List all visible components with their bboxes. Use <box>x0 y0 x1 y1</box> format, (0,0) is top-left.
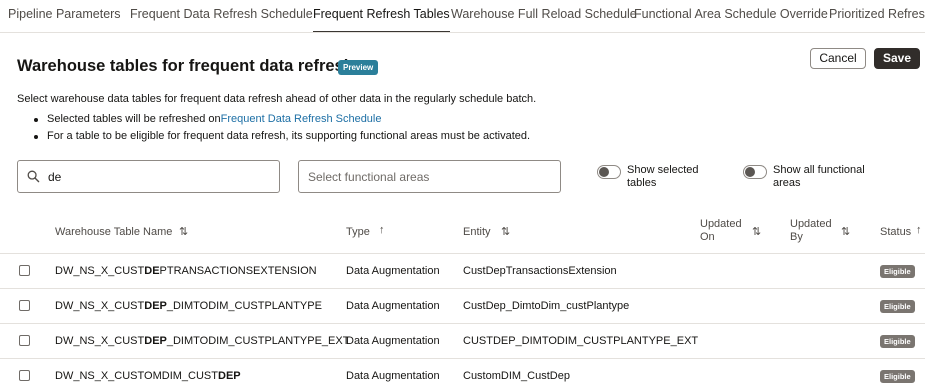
header-line: Updated <box>790 218 832 230</box>
tab-pipeline-parameters[interactable]: Pipeline Parameters <box>8 0 121 32</box>
label-line: areas <box>773 177 801 189</box>
toggle-knob <box>745 167 755 177</box>
functional-areas-select[interactable]: Select functional areas <box>298 160 561 193</box>
page-description: Select warehouse data tables for frequen… <box>17 93 537 105</box>
table-name-cell: DW_NS_X_CUSTOMDIM_CUSTDEP <box>55 370 241 382</box>
save-button[interactable]: Save <box>874 48 920 69</box>
table-name-cell: DW_NS_X_CUSTDEP_DIMTODIM_CUSTPLANTYPE <box>55 300 322 312</box>
row-checkbox[interactable] <box>19 370 30 381</box>
show-all-functional-areas-label: Show all functional areas <box>773 164 865 190</box>
header-line: By <box>790 231 803 243</box>
show-selected-tables-label: Show selected tables <box>627 164 699 190</box>
column-header-status[interactable]: Status <box>880 226 911 239</box>
table-row[interactable]: DW_NS_X_CUSTOMDIM_CUSTDEP Data Augmentat… <box>0 359 925 391</box>
bullet-dot-icon <box>34 134 38 139</box>
bullet-text: For a table to be eligible for frequent … <box>47 130 531 142</box>
search-input[interactable]: de <box>17 160 280 193</box>
search-value: de <box>48 170 62 184</box>
header-line: On <box>700 231 715 243</box>
sort-both-icon[interactable]: ⇅ <box>501 225 510 238</box>
column-header-updated-by[interactable]: Updated By <box>790 218 832 244</box>
entity-cell: CUSTDEP_DIMTODIM_CUSTPLANTYPE_EXT <box>463 335 699 347</box>
entity-cell: CustomDIM_CustDep <box>463 370 570 382</box>
sort-both-icon[interactable]: ⇅ <box>752 225 761 238</box>
tab-frequent-data-refresh-schedule[interactable]: Frequent Data Refresh Schedule <box>130 0 313 32</box>
type-cell: Data Augmentation <box>346 370 440 382</box>
sort-both-icon[interactable]: ⇅ <box>841 225 850 238</box>
table-name-cell: DW_NS_X_CUSTDEP_DIMTODIM_CUSTPLANTYPE_EX… <box>55 335 350 347</box>
label-line: Show selected <box>627 164 699 176</box>
frequent-data-refresh-schedule-link[interactable]: Frequent Data Refresh Schedule <box>221 111 382 128</box>
info-bullets: Selected tables will be refreshed on Fre… <box>34 111 530 145</box>
bullet-item: Selected tables will be refreshed on Fre… <box>34 111 530 128</box>
sort-ascending-icon[interactable]: ↑ <box>916 224 922 236</box>
label-line: tables <box>627 177 657 189</box>
bullet-item: For a table to be eligible for frequent … <box>34 128 530 145</box>
entity-cell: CustDepTransactionsExtension <box>463 265 617 277</box>
tab-warehouse-full-reload-schedule[interactable]: Warehouse Full Reload Schedule <box>451 0 637 32</box>
column-header-entity[interactable]: Entity <box>463 226 491 239</box>
toggle-knob <box>599 167 609 177</box>
column-header-updated-on[interactable]: Updated On <box>700 218 742 244</box>
status-badge: Eligible <box>880 370 915 383</box>
page-title: Warehouse tables for frequent data refre… <box>17 57 354 75</box>
row-checkbox[interactable] <box>19 300 30 311</box>
table-name-cell: DW_NS_X_CUSTDEPTRANSACTIONSEXTENSION <box>55 265 317 277</box>
row-checkbox[interactable] <box>19 335 30 346</box>
sort-ascending-icon[interactable]: ↑ <box>379 224 385 236</box>
table-row[interactable]: DW_NS_X_CUSTDEP_DIMTODIM_CUSTPLANTYPE_EX… <box>0 324 925 359</box>
preview-badge: Preview <box>338 60 379 75</box>
sort-both-icon[interactable]: ⇅ <box>179 225 188 238</box>
bullet-text: Selected tables will be refreshed on <box>47 113 221 125</box>
row-checkbox[interactable] <box>19 265 30 276</box>
cancel-button[interactable]: Cancel <box>810 48 866 69</box>
type-cell: Data Augmentation <box>346 335 440 347</box>
column-header-name[interactable]: Warehouse Table Name <box>55 226 172 239</box>
tab-frequent-refresh-tables[interactable]: Frequent Refresh Tables <box>313 0 450 32</box>
bullet-dot-icon <box>34 117 38 122</box>
column-header-type[interactable]: Type <box>346 226 370 239</box>
entity-cell: CustDep_DimtoDim_custPlantype <box>463 300 630 312</box>
tab-prioritized-refresh[interactable]: Prioritized Refresh <box>829 0 925 32</box>
status-badge: Eligible <box>880 335 915 348</box>
search-icon <box>27 170 40 183</box>
table-row[interactable]: DW_NS_X_CUSTDEPTRANSACTIONSEXTENSION Dat… <box>0 254 925 289</box>
type-cell: Data Augmentation <box>346 300 440 312</box>
show-selected-tables-toggle[interactable] <box>597 165 621 179</box>
status-badge: Eligible <box>880 265 915 278</box>
label-line: Show all functional <box>773 164 865 176</box>
show-all-functional-areas-toggle[interactable] <box>743 165 767 179</box>
functional-areas-placeholder: Select functional areas <box>308 170 430 184</box>
table-header: Warehouse Table Name ⇅ Type ↑ Entity ⇅ U… <box>0 210 925 254</box>
tab-functional-area-schedule-override[interactable]: Functional Area Schedule Override <box>634 0 828 32</box>
status-badge: Eligible <box>880 300 915 313</box>
table-row[interactable]: DW_NS_X_CUSTDEP_DIMTODIM_CUSTPLANTYPE Da… <box>0 289 925 324</box>
type-cell: Data Augmentation <box>346 265 440 277</box>
header-line: Updated <box>700 218 742 230</box>
tab-bar: Pipeline Parameters Frequent Data Refres… <box>0 0 925 33</box>
